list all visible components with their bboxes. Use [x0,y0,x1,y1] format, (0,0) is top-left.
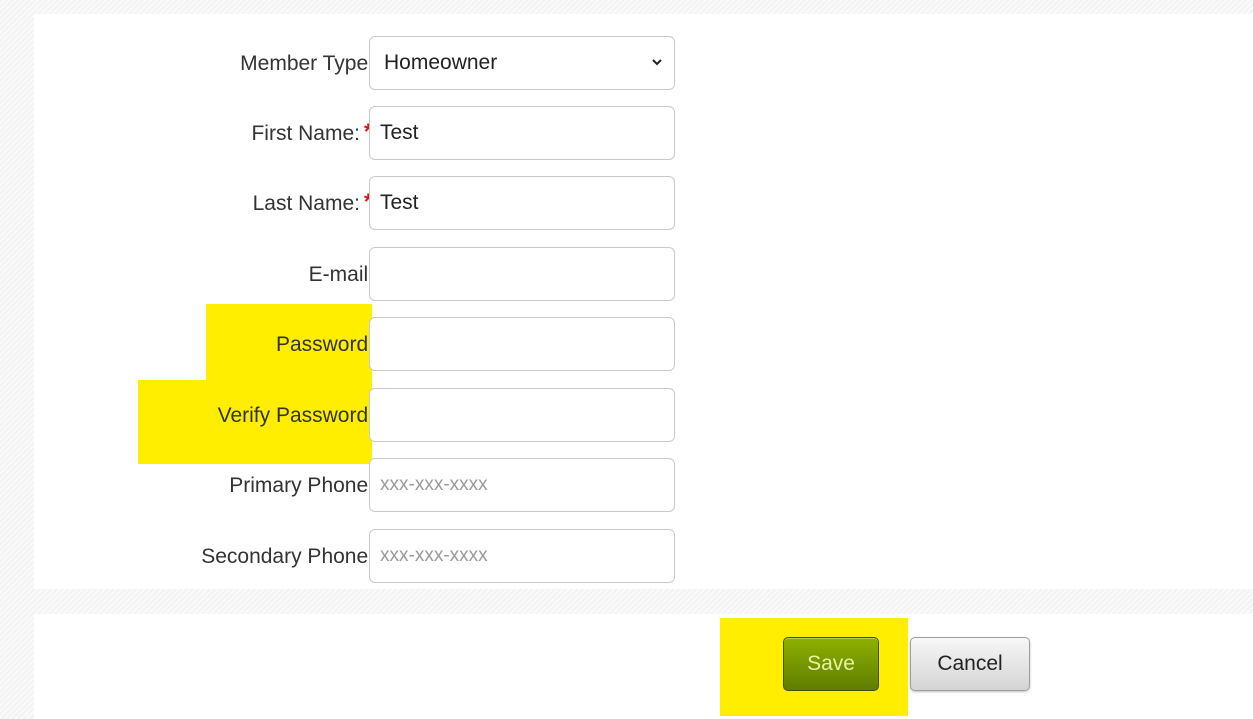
verify-password-row: Verify Password: [34,388,734,444]
email-input[interactable] [369,247,675,301]
verify-password-label: Verify Password: [217,404,374,427]
secondary-phone-label: Secondary Phone: [201,545,374,568]
email-label: E-mail: [308,263,374,286]
last-name-input[interactable]: Test [369,176,675,230]
member-form-panel: Member Type: Homeowner First Name: * Tes… [34,14,1253,589]
primary-phone-label: Primary Phone: [229,474,374,497]
password-row: Password: [34,317,734,373]
secondary-phone-row: Secondary Phone: xxx-xxx-xxxx [34,529,734,585]
primary-phone-input[interactable]: xxx-xxx-xxxx [369,458,675,512]
member-type-value: Homeowner [384,51,498,74]
email-row: E-mail: [34,247,734,303]
primary-phone-row: Primary Phone: xxx-xxx-xxxx [34,458,734,514]
first-name-row: First Name: * Test [34,106,734,162]
member-type-select[interactable]: Homeowner [369,36,675,90]
chevron-down-icon [652,59,662,66]
first-name-input[interactable]: Test [369,106,675,160]
form-actions-panel: Save Cancel [34,614,1253,719]
last-name-row: Last Name: * Test [34,176,734,232]
cancel-button[interactable]: Cancel [910,637,1030,691]
member-type-row: Member Type: Homeowner [34,36,734,92]
secondary-phone-input[interactable]: xxx-xxx-xxxx [369,529,675,583]
verify-password-input[interactable] [369,388,675,442]
password-label: Password: [275,333,374,356]
first-name-label: First Name: [251,122,360,145]
password-input[interactable] [369,317,675,371]
save-button[interactable]: Save [783,637,879,691]
last-name-label: Last Name: [252,192,360,215]
member-type-label: Member Type: [240,52,374,75]
